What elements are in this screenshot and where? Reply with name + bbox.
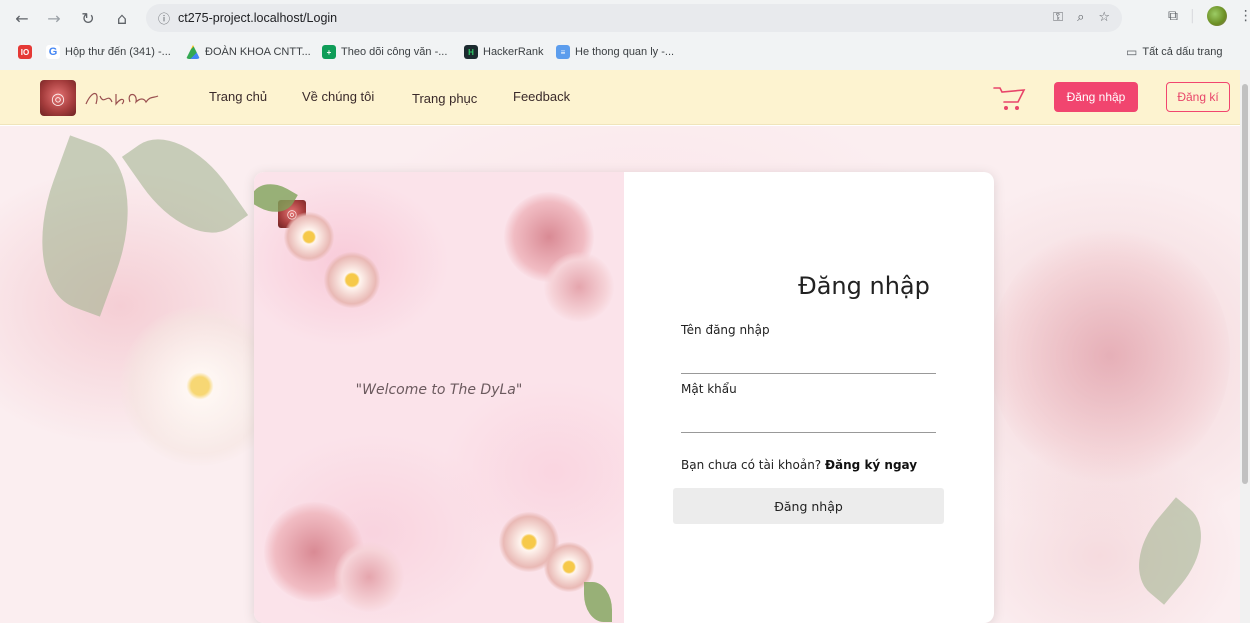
- browser-chrome: ← → ↻ ⌂ ⓘ ct275-project.localhost/Login …: [0, 0, 1250, 70]
- browser-toolbar: ← → ↻ ⌂ ⓘ ct275-project.localhost/Login …: [0, 0, 1250, 36]
- menu-kebab-icon[interactable]: ⋮: [1239, 8, 1250, 24]
- nav-trang-chu[interactable]: Trang chủ: [209, 89, 267, 104]
- welcome-text: "Welcome to The DyLa": [355, 382, 523, 398]
- reload-icon[interactable]: ↻: [76, 6, 100, 30]
- omnibox-actions: ⚿ ⌕ ☆: [1053, 10, 1110, 25]
- password-key-icon[interactable]: ⚿: [1053, 10, 1063, 25]
- no-account-text: Bạn chưa có tài khoản?: [681, 458, 825, 472]
- nav-ve-chung-toi[interactable]: Về chúng tôi: [302, 89, 374, 104]
- all-bookmarks-label: Tất cả dấu trang: [1142, 46, 1223, 58]
- password-input[interactable]: [681, 407, 936, 433]
- bookmark-label: ĐOÀN KHOA CNTT...: [205, 46, 311, 58]
- decor-leaf: [584, 582, 612, 622]
- folder-outline-icon: ▭: [1126, 45, 1138, 59]
- decor-leaf: [121, 116, 249, 256]
- logo-script[interactable]: [82, 86, 162, 110]
- username-input[interactable]: [681, 348, 936, 374]
- bookmark-label: He thong quan ly -...: [575, 46, 675, 58]
- decor-flower: [324, 252, 380, 308]
- signup-prompt: Bạn chưa có tài khoản? Đăng ký ngay: [681, 458, 917, 472]
- login-submit-button[interactable]: Đăng nhập: [673, 488, 944, 524]
- login-title: Đăng nhập: [798, 272, 930, 300]
- hackerrank-icon: H: [464, 45, 478, 59]
- site-info-icon[interactable]: ⓘ: [150, 10, 178, 27]
- extensions-icon[interactable]: ⧉: [1168, 8, 1178, 24]
- app-icon: IO: [18, 45, 32, 59]
- back-icon[interactable]: ←: [10, 6, 34, 30]
- bookmark-app-icon[interactable]: IO: [18, 45, 32, 59]
- bookmark-drive[interactable]: ĐOÀN KHOA CNTT...: [186, 45, 311, 59]
- folder-icon: ≡: [556, 45, 570, 59]
- gmail-icon: G: [46, 45, 60, 59]
- header-register-button[interactable]: Đăng kí: [1166, 82, 1230, 112]
- bookmark-star-icon[interactable]: ☆: [1098, 10, 1110, 25]
- all-bookmarks[interactable]: ▭ Tất cả dấu trang: [1126, 45, 1222, 59]
- bookmark-label: Theo dõi công văn -...: [341, 46, 448, 58]
- home-icon[interactable]: ⌂: [110, 6, 134, 30]
- signup-link[interactable]: Đăng ký ngay: [825, 458, 917, 472]
- address-bar[interactable]: ⓘ ct275-project.localhost/Login ⚿ ⌕ ☆: [146, 4, 1122, 32]
- bookmark-hethong[interactable]: ≡ He thong quan ly -...: [556, 45, 674, 59]
- browser-right-tools: ⧉ | ⋮: [1168, 6, 1250, 26]
- site-logo[interactable]: ◎: [40, 80, 76, 116]
- forward-icon[interactable]: →: [42, 6, 66, 30]
- nav-trang-phuc[interactable]: Trang phục: [412, 91, 477, 106]
- cart-icon[interactable]: [992, 84, 1026, 112]
- zoom-icon[interactable]: ⌕: [1077, 10, 1084, 25]
- decor-rose: [334, 542, 404, 612]
- scrollbar-thumb[interactable]: [1242, 84, 1248, 484]
- logo-signature-icon: [85, 92, 159, 106]
- nav-feedback[interactable]: Feedback: [513, 89, 570, 104]
- username-label: Tên đăng nhập: [681, 323, 770, 337]
- decor-flower: [284, 212, 334, 262]
- decor-rose: [544, 252, 614, 322]
- drive-icon: [186, 45, 200, 59]
- bookmarks-bar: IO G Hộp thư đến (341) -... ĐOÀN KHOA CN…: [0, 40, 1250, 66]
- bookmark-hackerrank[interactable]: H HackerRank: [464, 45, 544, 59]
- divider: |: [1190, 8, 1195, 24]
- login-card: ◎ "Welcome to The DyLa" Đăng nhập Tên đă…: [254, 172, 994, 623]
- sheets-icon: +: [322, 45, 336, 59]
- password-label: Mật khẩu: [681, 382, 737, 396]
- profile-avatar[interactable]: [1206, 6, 1227, 26]
- decor-rose: [990, 226, 1230, 486]
- header-login-button[interactable]: Đăng nhập: [1054, 82, 1138, 112]
- decor-leaf: [1118, 497, 1222, 605]
- bookmark-sheets[interactable]: + Theo dõi công văn -...: [322, 45, 447, 59]
- bookmark-label: Hộp thư đến (341) -...: [65, 46, 171, 58]
- card-illustration: ◎ "Welcome to The DyLa": [254, 172, 624, 623]
- url-text: ct275-project.localhost/Login: [178, 11, 338, 25]
- bookmark-label: HackerRank: [483, 46, 544, 58]
- bookmark-gmail[interactable]: G Hộp thư đến (341) -...: [46, 45, 171, 59]
